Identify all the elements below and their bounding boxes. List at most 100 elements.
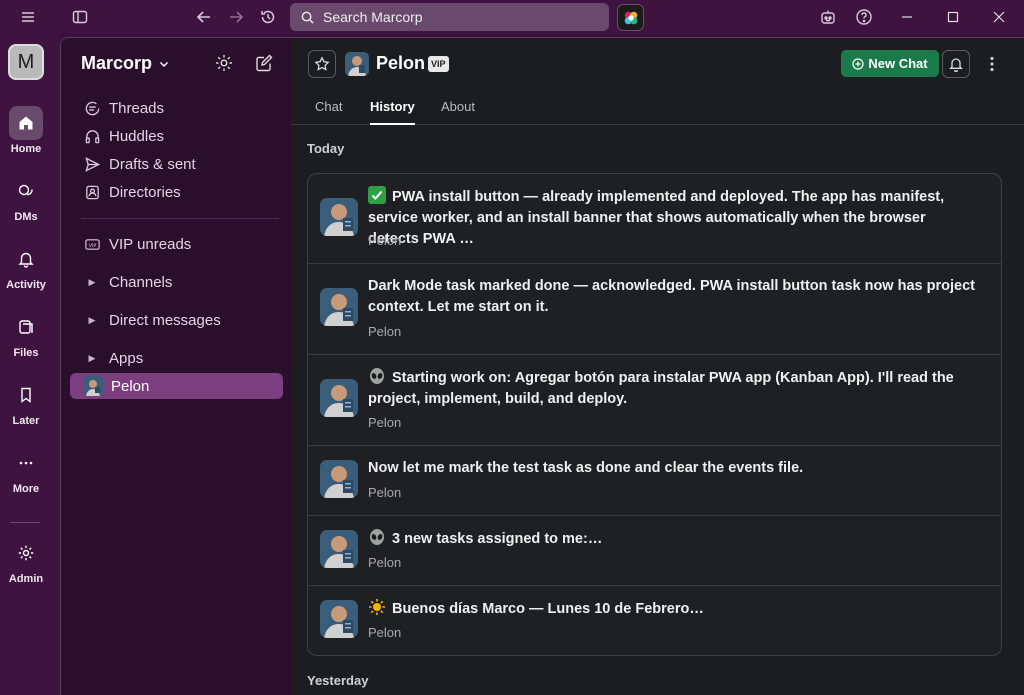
minimize-window-icon[interactable] xyxy=(896,6,918,28)
history-item-text: 3 new tasks assigned to me:… xyxy=(368,528,980,550)
history-item-author: Pelon xyxy=(368,415,402,430)
avatar xyxy=(320,198,358,236)
notifications-button[interactable] xyxy=(942,50,970,78)
sidebar-toggle-icon[interactable] xyxy=(69,6,91,28)
day-label-today: Today xyxy=(307,141,345,156)
back-arrow-icon[interactable] xyxy=(193,6,215,28)
history-item-author: Pelon xyxy=(368,625,402,640)
avatar xyxy=(83,376,103,396)
compose-icon[interactable] xyxy=(254,53,276,75)
rail-item-more[interactable]: More xyxy=(0,446,52,495)
tab-about[interactable]: About xyxy=(441,99,475,125)
history-item[interactable]: 3 new tasks assigned to me:… Pelon xyxy=(308,516,1001,586)
avatar xyxy=(320,460,358,498)
avatar[interactable] xyxy=(345,52,369,76)
history-item-author: Pelon xyxy=(368,485,402,500)
send-icon xyxy=(84,156,100,172)
ai-assistant-icon[interactable] xyxy=(817,6,839,28)
caret-right-icon: ▶ xyxy=(88,314,96,325)
rail-label: Later xyxy=(12,415,40,427)
threads-icon xyxy=(85,101,99,115)
sidebar-divider xyxy=(81,218,279,219)
sidebar-section-direct-messages[interactable]: ▶ Direct messages xyxy=(70,307,283,333)
workspace-switcher[interactable]: Marcorp xyxy=(81,53,170,74)
new-chat-label: New Chat xyxy=(868,56,928,71)
vip-icon: VIP xyxy=(84,238,100,250)
history-item-author: Pelon xyxy=(368,324,402,339)
rail-item-home[interactable]: Home xyxy=(0,106,52,155)
workspace-avatar[interactable]: M xyxy=(8,44,44,80)
avatar xyxy=(320,530,358,568)
maximize-window-icon[interactable] xyxy=(942,6,964,28)
sidebar-item-label: Threads xyxy=(109,99,165,117)
sidebar-item-directories[interactable]: Directories xyxy=(70,179,283,205)
history-icon[interactable] xyxy=(257,6,279,28)
alien-icon xyxy=(368,367,386,385)
search-icon xyxy=(301,11,314,24)
forward-arrow-icon[interactable] xyxy=(225,6,247,28)
sidebar-item-huddles[interactable]: Huddles xyxy=(70,123,283,149)
files-icon xyxy=(19,320,33,334)
rail-item-later[interactable]: Later xyxy=(0,378,52,427)
history-item-text: Buenos días Marco — Lunes 10 de Febrero… xyxy=(368,598,980,620)
star-button[interactable] xyxy=(308,50,336,78)
settings-gear-icon[interactable] xyxy=(214,53,236,75)
bell-icon xyxy=(18,252,34,268)
sidebar-item-label: Pelon xyxy=(111,377,150,395)
tab-chat[interactable]: Chat xyxy=(315,99,342,125)
history-item-author: Pelon xyxy=(368,233,402,248)
vip-badge: VIP xyxy=(428,56,449,72)
hamburger-menu-icon[interactable] xyxy=(17,6,39,28)
rail-label: Admin xyxy=(8,573,44,585)
directory-icon xyxy=(85,185,99,199)
sidebar-section-apps[interactable]: ▶ Apps xyxy=(70,345,283,371)
rail-label: More xyxy=(12,483,40,495)
avatar xyxy=(320,379,358,417)
history-item[interactable]: Starting work on: Agregar botón para ins… xyxy=(308,355,1001,446)
sidebar-item-vip-unreads[interactable]: VIP VIP unreads xyxy=(70,231,283,257)
history-item[interactable]: Now let me mark the test task as done an… xyxy=(308,446,1001,516)
history-item[interactable]: PWA install button — already implemented… xyxy=(308,174,1001,264)
headphones-icon xyxy=(85,129,99,143)
rail-label: Activity xyxy=(6,279,46,291)
rail-item-dms[interactable]: DMs xyxy=(0,174,52,223)
history-list: PWA install button — already implemented… xyxy=(307,173,1002,656)
conversation-title[interactable]: Pelon xyxy=(376,53,425,74)
rail-label: Files xyxy=(13,347,39,359)
rail-label: DMs xyxy=(14,211,38,223)
app-logo-icon[interactable] xyxy=(617,4,644,31)
new-chat-button[interactable]: New Chat xyxy=(841,50,939,77)
sidebar-item-threads[interactable]: Threads xyxy=(70,95,283,121)
caret-right-icon: ▶ xyxy=(88,276,96,287)
history-item[interactable]: Dark Mode task marked done — acknowledge… xyxy=(308,264,1001,355)
caret-right-icon: ▶ xyxy=(88,352,96,363)
close-window-icon[interactable] xyxy=(988,6,1010,28)
sidebar-section-channels[interactable]: ▶ Channels xyxy=(70,269,283,295)
workspace-name: Marcorp xyxy=(81,53,153,73)
conversation-header: Pelon VIP New Chat Chat History About xyxy=(291,38,1024,125)
rail-item-activity[interactable]: Activity xyxy=(0,242,52,291)
history-item-text: Starting work on: Agregar botón para ins… xyxy=(368,367,980,410)
sidebar-item-drafts[interactable]: Drafts & sent xyxy=(70,151,283,177)
channel-sidebar: Marcorp Threads Huddles Drafts & sent Di… xyxy=(60,37,291,695)
chevron-down-icon xyxy=(159,61,169,67)
rail-item-files[interactable]: Files xyxy=(0,310,52,359)
gear-icon xyxy=(18,545,34,561)
history-item[interactable]: Buenos días Marco — Lunes 10 de Febrero…… xyxy=(308,586,1001,655)
history-item-text: PWA install button — already implemented… xyxy=(368,186,980,250)
rail-item-admin[interactable]: Admin xyxy=(0,536,52,585)
history-item-text: Dark Mode task marked done — acknowledge… xyxy=(368,278,975,315)
title-bar: Search Marcorp xyxy=(0,0,1024,34)
more-options-icon[interactable] xyxy=(983,52,1001,76)
day-label-yesterday: Yesterday xyxy=(307,673,369,688)
avatar xyxy=(320,600,358,638)
sidebar-item-label: Drafts & sent xyxy=(109,155,196,173)
main-pane: Pelon VIP New Chat Chat History About To… xyxy=(291,37,1024,695)
tab-history[interactable]: History xyxy=(370,99,415,125)
sidebar-item-label: VIP unreads xyxy=(109,235,192,253)
help-icon[interactable] xyxy=(853,6,875,28)
search-bar[interactable]: Search Marcorp xyxy=(290,3,609,31)
sidebar-item-label: Directories xyxy=(109,183,181,201)
sidebar-item-pelon[interactable]: Pelon xyxy=(70,373,283,399)
dms-icon xyxy=(18,184,33,196)
